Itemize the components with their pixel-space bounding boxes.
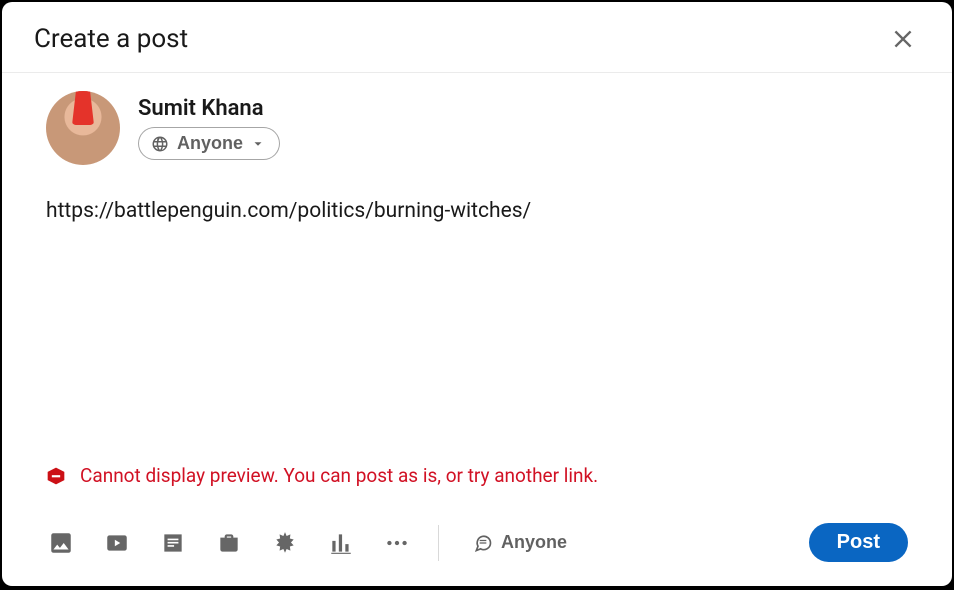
close-button[interactable] <box>884 20 922 58</box>
globe-icon <box>151 135 169 153</box>
post-content-area: https://battlepenguin.com/politics/burni… <box>2 173 952 464</box>
poll-icon <box>328 530 354 556</box>
audience-label: Anyone <box>177 133 243 154</box>
close-icon <box>890 26 916 52</box>
footer-divider <box>438 525 439 561</box>
add-poll-button[interactable] <box>326 528 356 558</box>
ellipsis-icon <box>384 530 410 556</box>
modal-footer: Anyone Post <box>2 509 952 586</box>
document-icon <box>160 530 186 556</box>
post-button[interactable]: Post <box>809 523 908 562</box>
add-job-button[interactable] <box>214 528 244 558</box>
comment-audience-label: Anyone <box>501 532 567 553</box>
error-message: Cannot display preview. You can post as … <box>80 464 598 487</box>
briefcase-icon <box>216 530 242 556</box>
audience-selector[interactable]: Anyone <box>138 127 280 160</box>
create-post-modal: Create a post Sumit Khana Anyone https:/… <box>2 2 952 586</box>
add-video-button[interactable] <box>102 528 132 558</box>
comment-icon <box>473 533 493 553</box>
modal-header: Create a post <box>2 2 952 73</box>
author-row: Sumit Khana Anyone <box>2 73 952 173</box>
author-name: Sumit Khana <box>138 96 280 121</box>
starburst-icon <box>272 530 298 556</box>
author-info: Sumit Khana Anyone <box>138 96 280 160</box>
add-document-button[interactable] <box>158 528 188 558</box>
celebrate-button[interactable] <box>270 528 300 558</box>
avatar <box>46 91 120 165</box>
caret-down-icon <box>251 137 265 151</box>
more-tools-button[interactable] <box>382 528 412 558</box>
post-text-input[interactable]: https://battlepenguin.com/politics/burni… <box>46 197 908 357</box>
error-icon <box>46 466 66 486</box>
modal-title: Create a post <box>34 24 188 54</box>
photo-icon <box>48 530 74 556</box>
footer-tools: Anyone <box>46 525 575 561</box>
video-icon <box>104 530 130 556</box>
comment-audience-button[interactable]: Anyone <box>465 528 575 557</box>
error-row: Cannot display preview. You can post as … <box>2 464 952 509</box>
add-photo-button[interactable] <box>46 528 76 558</box>
